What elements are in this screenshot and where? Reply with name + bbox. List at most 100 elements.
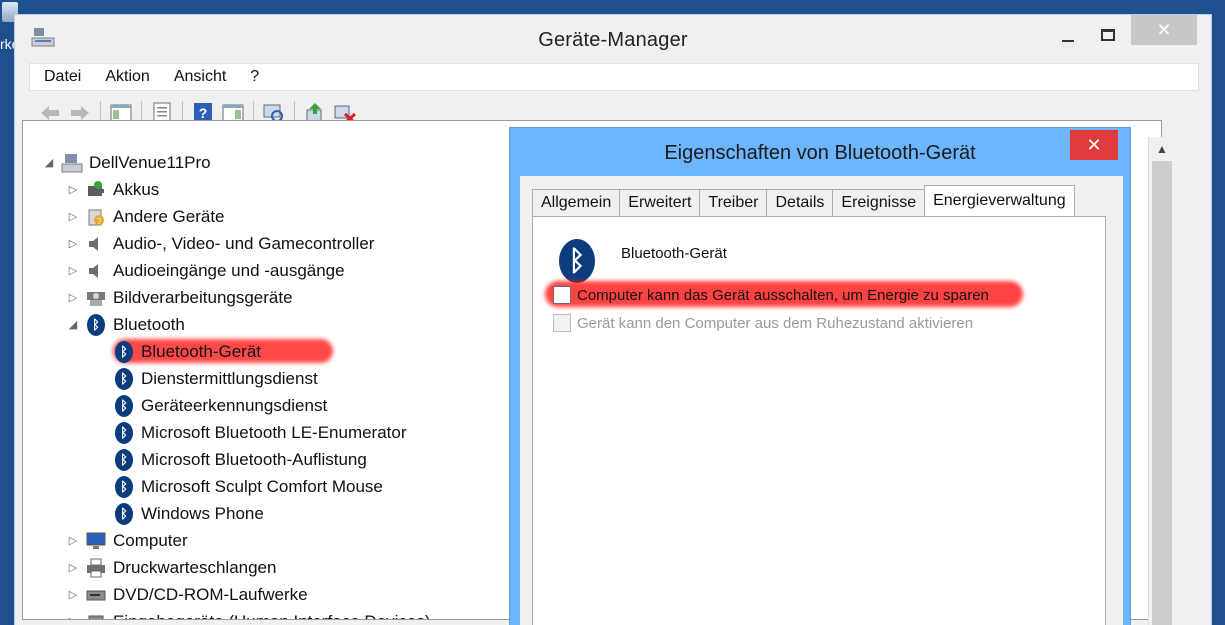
allow-wake-checkbox xyxy=(553,314,571,332)
tree-child-label: Microsoft Bluetooth LE-Enumerator xyxy=(141,422,407,442)
tree-node-label: Audioeingänge und -ausgänge xyxy=(113,260,345,280)
tree-child-sculpt-mouse[interactable]: ᛒ Microsoft Sculpt Comfort Mouse xyxy=(113,473,383,500)
menu-bar: Datei Aktion Ansicht ? xyxy=(29,63,1199,91)
minimize-icon xyxy=(1062,40,1074,42)
expand-arrow-icon[interactable]: ▷ xyxy=(65,561,81,574)
collapse-arrow-icon[interactable]: ◢ xyxy=(41,156,57,169)
tab-erweitert[interactable]: Erweitert xyxy=(619,189,701,216)
tree-node-label: Andere Geräte xyxy=(113,206,225,226)
tree-node-label: Druckwarteschlangen xyxy=(113,557,277,577)
tree-node-label: Computer xyxy=(113,530,188,550)
tree-child-geraeteerkennung[interactable]: ᛒ Geräteerkennungsdienst xyxy=(113,392,327,419)
printer-icon xyxy=(85,557,107,579)
bluetooth-icon: ᛒ xyxy=(113,502,135,525)
tree-scrollbar[interactable]: ▲ xyxy=(1148,137,1174,625)
svg-text:?: ? xyxy=(199,105,208,121)
bluetooth-icon: ᛒ xyxy=(113,448,135,471)
scroll-up-icon[interactable]: ▲ xyxy=(1149,139,1175,159)
expand-arrow-icon[interactable]: ▷ xyxy=(65,183,81,196)
tab-ereignisse[interactable]: Ereignisse xyxy=(832,189,926,216)
desktop-background-right xyxy=(1212,0,1225,625)
allow-wake-option: Gerät kann den Computer aus dem Ruhezust… xyxy=(553,312,973,334)
computer-icon xyxy=(61,152,83,174)
tree-child-label: Bluetooth-Gerät xyxy=(141,341,262,361)
disc-drive-icon xyxy=(85,584,107,606)
bluetooth-icon: ᛒ xyxy=(113,421,135,444)
tree-child-bt-auflistung[interactable]: ᛒ Microsoft Bluetooth-Auflistung xyxy=(113,446,367,473)
tree-node-bildverarbeitung[interactable]: ▷ Bildverarbeitungsgeräte xyxy=(65,284,293,311)
tree-child-dienstermittlung[interactable]: ᛒ Dienstermittlungsdienst xyxy=(113,365,318,392)
scrollbar-thumb[interactable] xyxy=(1152,161,1172,625)
tab-details[interactable]: Details xyxy=(766,189,834,216)
tree-node-andere-geraete[interactable]: ▷ ? Andere Geräte xyxy=(65,203,225,230)
maximize-button[interactable] xyxy=(1095,19,1121,51)
hid-icon xyxy=(85,611,107,619)
tree-node-bluetooth[interactable]: ◢ ᛒ Bluetooth xyxy=(65,311,185,338)
menu-aktion[interactable]: Aktion xyxy=(105,68,149,86)
bluetooth-icon: ᛒ xyxy=(113,475,135,498)
tree-child-label: Windows Phone xyxy=(141,503,264,523)
expand-arrow-icon[interactable]: ▷ xyxy=(65,291,81,304)
tree-node-label: Bildverarbeitungsgeräte xyxy=(113,287,293,307)
tree-root-label: DellVenue11Pro xyxy=(89,152,211,172)
tree-node-akkus[interactable]: ▷ Akkus xyxy=(65,176,160,203)
tab-treiber[interactable]: Treiber xyxy=(699,189,768,216)
expand-arrow-icon[interactable]: ▷ xyxy=(65,588,81,601)
tree-node-audio-video[interactable]: ▷ Audio-, Video- und Gamecontroller xyxy=(65,230,375,257)
collapse-arrow-icon[interactable]: ◢ xyxy=(65,318,81,331)
expand-arrow-icon[interactable]: ▷ xyxy=(65,237,81,250)
battery-icon xyxy=(85,179,107,201)
tree-node-label: DVD/CD-ROM-Laufwerke xyxy=(113,584,308,604)
maximize-icon xyxy=(1101,29,1115,41)
tree-child-label: Dienstermittlungsdienst xyxy=(141,368,318,388)
tab-allgemein[interactable]: Allgemein xyxy=(532,189,621,216)
tree-child-windows-phone[interactable]: ᛒ Windows Phone xyxy=(113,500,264,527)
minimize-button[interactable] xyxy=(1055,19,1081,51)
tree-root[interactable]: ◢ DellVenue11Pro xyxy=(41,149,211,176)
camera-icon xyxy=(85,287,107,309)
tree-node-druckwarteschlangen[interactable]: ▷ Druckwarteschlangen xyxy=(65,554,276,581)
tree-node-label: Eingabegeräte (Human Interface Devices) xyxy=(113,612,431,620)
speaker-icon xyxy=(85,260,107,282)
tree-child-bluetooth-geraet[interactable]: ᛒ Bluetooth-Gerät xyxy=(113,338,261,365)
tree-child-label: Microsoft Bluetooth-Auflistung xyxy=(141,449,367,469)
bluetooth-icon: ᛒ xyxy=(113,367,135,390)
title-bar[interactable]: Geräte-Manager ✕ xyxy=(15,15,1211,65)
bluetooth-icon: ᛒ xyxy=(113,340,135,363)
svg-text:?: ? xyxy=(97,217,102,226)
tab-strip: Allgemein Erweitert Treiber Details Erei… xyxy=(532,185,1075,216)
allow-power-off-checkbox[interactable] xyxy=(553,286,571,304)
tree-node-audioeingaenge[interactable]: ▷ Audioeingänge und -ausgänge xyxy=(65,257,345,284)
close-button[interactable]: ✕ xyxy=(1131,15,1197,45)
close-icon: ✕ xyxy=(1156,19,1172,40)
tree-child-label: Microsoft Sculpt Comfort Mouse xyxy=(141,476,383,496)
dialog-title: Eigenschaften von Bluetooth-Gerät xyxy=(664,142,976,164)
device-name: Bluetooth-Gerät xyxy=(621,245,727,262)
desktop-background-top xyxy=(0,0,1225,14)
expand-arrow-icon[interactable]: ▷ xyxy=(65,210,81,223)
properties-dialog: Eigenschaften von Bluetooth-Gerät ✕ Allg… xyxy=(509,127,1131,625)
expand-arrow-icon[interactable]: ▷ xyxy=(65,534,81,547)
speaker-icon xyxy=(85,233,107,255)
tab-energieverwaltung[interactable]: Energieverwaltung xyxy=(924,185,1075,216)
tree-node-eingabegeraete[interactable]: ▷ Eingabegeräte (Human Interface Devices… xyxy=(65,608,431,620)
tree-child-label: Geräteerkennungsdienst xyxy=(141,395,328,415)
dialog-close-button[interactable]: ✕ xyxy=(1070,130,1118,160)
expand-arrow-icon[interactable]: ▷ xyxy=(65,264,81,277)
tree-node-dvd-cdrom[interactable]: ▷ DVD/CD-ROM-Laufwerke xyxy=(65,581,308,608)
tree-node-computer[interactable]: ▷ Computer xyxy=(65,527,188,554)
tree-child-le-enumerator[interactable]: ᛒ Microsoft Bluetooth LE-Enumerator xyxy=(113,419,407,446)
menu-help[interactable]: ? xyxy=(250,68,259,86)
unknown-device-icon: ? xyxy=(85,206,107,228)
menu-datei[interactable]: Datei xyxy=(44,68,81,86)
window-title: Geräte-Manager xyxy=(538,29,688,51)
allow-power-off-option[interactable]: Computer kann das Gerät ausschalten, um … xyxy=(553,284,989,306)
expand-arrow-icon[interactable]: ▷ xyxy=(65,615,81,619)
tree-node-label: Akkus xyxy=(113,179,160,199)
dialog-body: Allgemein Erweitert Treiber Details Erei… xyxy=(520,176,1123,625)
option-label: Computer kann das Gerät ausschalten, um … xyxy=(577,286,989,304)
menu-ansicht[interactable]: Ansicht xyxy=(174,68,226,86)
close-icon: ✕ xyxy=(1086,134,1102,155)
bluetooth-icon: ᛒ xyxy=(113,394,135,417)
tree-node-label: Bluetooth xyxy=(113,314,185,334)
